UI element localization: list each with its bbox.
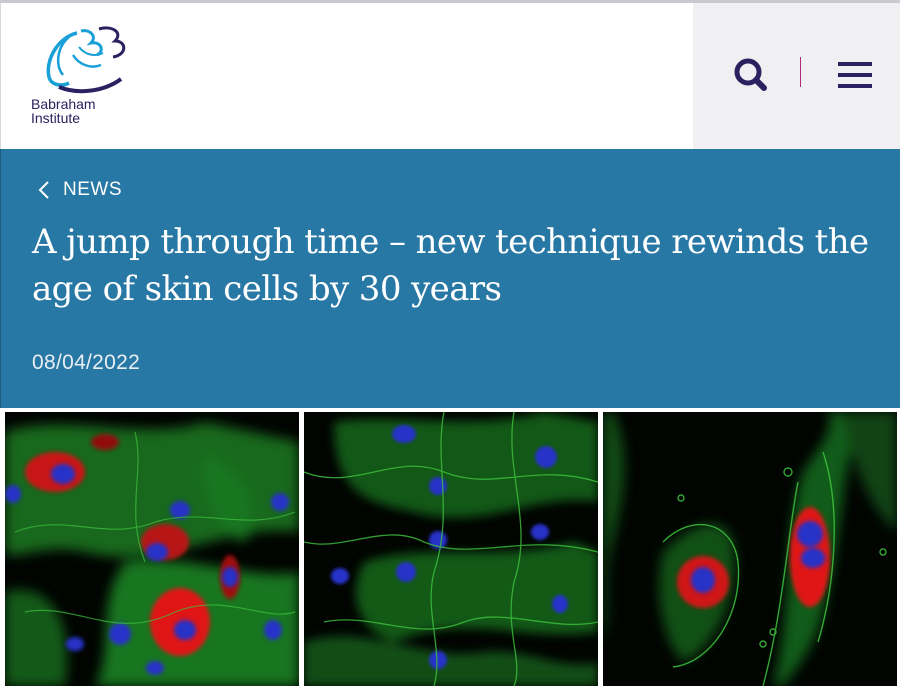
header-tools: [693, 3, 900, 149]
search-button[interactable]: [731, 55, 771, 95]
hamburger-menu-icon: [838, 62, 872, 88]
search-icon: [734, 58, 767, 91]
article-date: 08/04/2022: [32, 351, 141, 374]
header-separator: [800, 57, 801, 87]
babraham-logo-icon: [46, 26, 126, 94]
microscopy-image-strip: [0, 408, 900, 686]
logo-wordmark: Babraham Institute: [31, 97, 96, 125]
logo-name-line2: Institute: [31, 110, 81, 126]
back-link-label: NEWS: [63, 179, 122, 200]
article-title: A jump through time – new technique rewi…: [32, 222, 869, 309]
site-header: Babraham Institute: [0, 3, 900, 149]
menu-button[interactable]: [835, 55, 875, 95]
chevron-left-icon: [38, 181, 49, 199]
back-to-news-link[interactable]: NEWS: [37, 179, 122, 201]
site-logo[interactable]: Babraham Institute: [25, 25, 135, 133]
microscopy-image-2: [304, 412, 598, 686]
article-hero: NEWS A jump through time – new technique…: [0, 149, 900, 408]
microscopy-image-1: [5, 412, 299, 686]
microscopy-image-3: [603, 412, 897, 686]
